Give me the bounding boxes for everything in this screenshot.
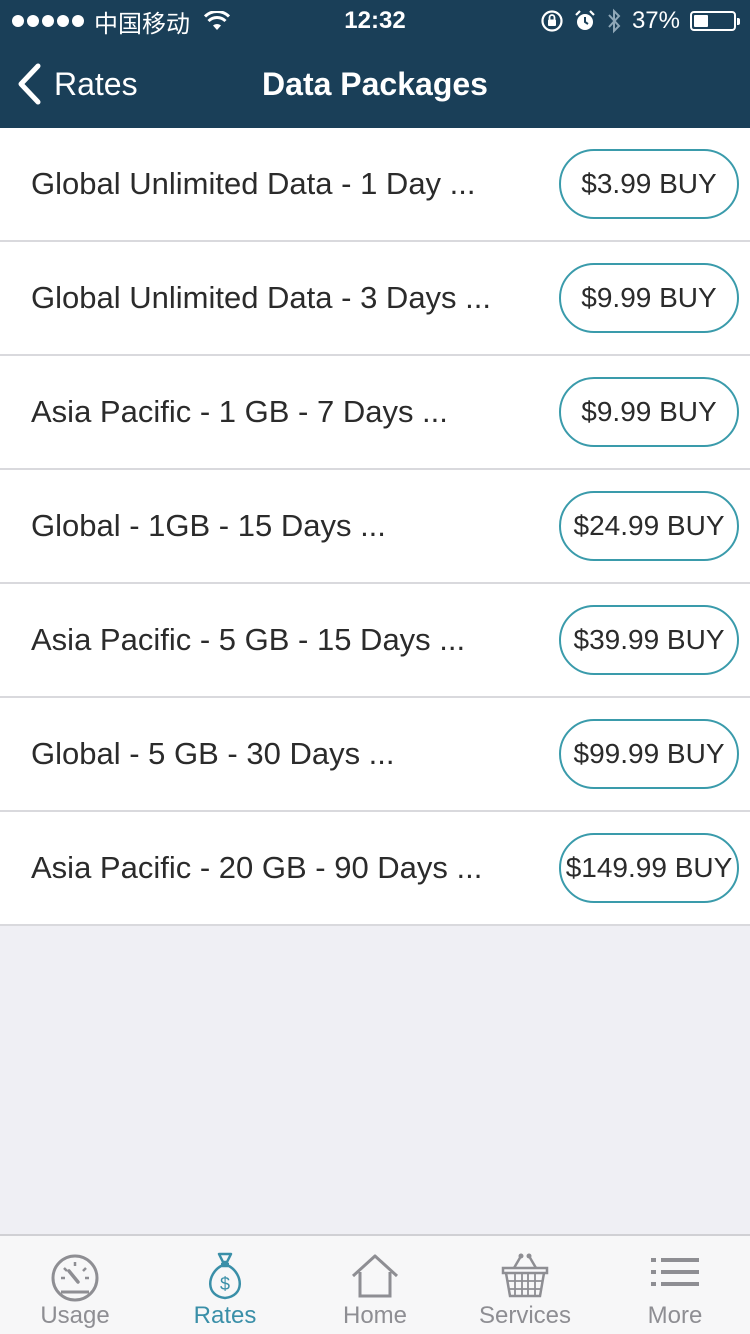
list-item[interactable]: Global - 1GB - 15 Days ... $24.99 BUY [0, 470, 750, 584]
svg-text:$: $ [220, 1274, 230, 1294]
package-name: Asia Pacific - 5 GB - 15 Days ... [31, 622, 466, 657]
money-bag-icon: $ [209, 1252, 241, 1300]
list-item[interactable]: Asia Pacific - 1 GB - 7 Days ... $9.99 B… [0, 356, 750, 470]
package-name: Asia Pacific - 1 GB - 7 Days ... [31, 394, 448, 429]
home-icon [351, 1254, 399, 1298]
header: 中国移动 12:32 37% Rates Data Packages [0, 0, 750, 128]
battery-icon [690, 11, 740, 31]
status-right: 37% [540, 6, 740, 36]
tab-usage[interactable]: Usage [0, 1236, 150, 1334]
buy-button[interactable]: $99.99 BUY [559, 719, 739, 789]
buy-button[interactable]: $24.99 BUY [559, 491, 739, 561]
package-name: Global Unlimited Data - 1 Day ... [31, 166, 476, 201]
package-name: Global - 5 GB - 30 Days ... [31, 736, 395, 771]
status-bar: 中国移动 12:32 37% [0, 0, 750, 40]
buy-button[interactable]: $39.99 BUY [559, 605, 739, 675]
package-name: Global Unlimited Data - 3 Days ... [31, 280, 492, 315]
battery-level [694, 15, 709, 27]
list-icon [651, 1258, 699, 1286]
basket-icon [501, 1253, 549, 1298]
tab-label: Rates [193, 1302, 257, 1329]
package-name: Asia Pacific - 20 GB - 90 Days ... [31, 850, 483, 885]
battery-percentage: 37% [631, 7, 680, 34]
list-item[interactable]: Asia Pacific - 5 GB - 15 Days ... $39.99… [0, 584, 750, 698]
list-item[interactable]: Global - 5 GB - 30 Days ... $99.99 BUY [0, 698, 750, 812]
speedometer-icon [51, 1254, 99, 1302]
navigation-bar: Rates Data Packages [0, 40, 750, 128]
tab-label: More [647, 1302, 703, 1329]
buy-button[interactable]: $9.99 BUY [559, 263, 739, 333]
screen: 中国移动 12:32 37% Rates Data Packages Globa… [0, 0, 750, 1334]
rotation-lock-icon [541, 10, 563, 32]
buy-button[interactable]: $9.99 BUY [559, 377, 739, 447]
tab-more[interactable]: More [600, 1236, 750, 1334]
page-title: Data Packages [262, 66, 488, 102]
tab-label: Services [478, 1302, 572, 1329]
list-item[interactable]: Asia Pacific - 20 GB - 90 Days ... $149.… [0, 812, 750, 926]
package-list: Global Unlimited Data - 1 Day ... $3.99 … [0, 128, 750, 926]
buy-button[interactable]: $149.99 BUY [559, 833, 739, 903]
buy-button[interactable]: $3.99 BUY [559, 149, 739, 219]
alarm-icon [575, 10, 595, 30]
tab-label: Home [342, 1302, 408, 1329]
package-name: Global - 1GB - 15 Days ... [31, 508, 386, 543]
tab-rates[interactable]: $ Rates [150, 1236, 300, 1334]
tab-services[interactable]: Services [450, 1236, 600, 1334]
tab-home[interactable]: Home [300, 1236, 450, 1334]
list-item[interactable]: Global Unlimited Data - 1 Day ... $3.99 … [0, 128, 750, 242]
bluetooth-icon [608, 8, 621, 34]
list-item[interactable]: Global Unlimited Data - 3 Days ... $9.99… [0, 242, 750, 356]
tab-label: Usage [40, 1302, 110, 1329]
tab-bar: Usage $ Rates Home Services More [0, 1234, 750, 1334]
